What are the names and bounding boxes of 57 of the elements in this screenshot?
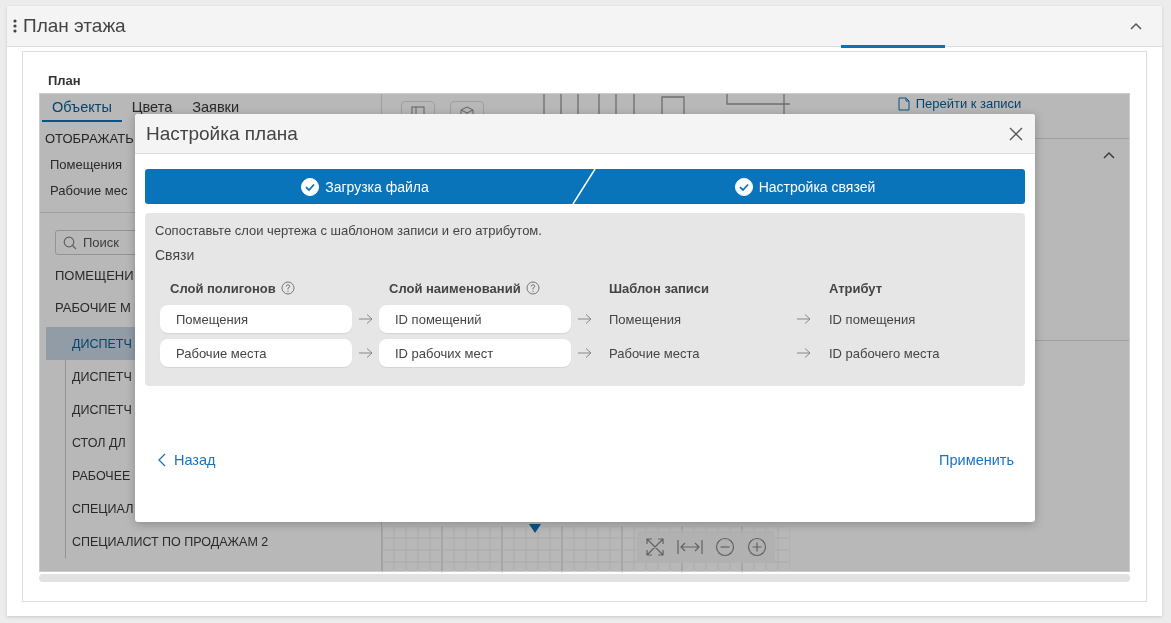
display-heading: ОТОБРАЖАТЬ: [45, 131, 134, 146]
arrow-icon: [358, 348, 373, 358]
zoom-out-icon[interactable]: [713, 535, 737, 559]
select-field[interactable]: ID помещений: [379, 305, 571, 333]
step-tab[interactable]: Загрузка файла: [145, 169, 585, 204]
select-field[interactable]: Рабочие места: [160, 339, 352, 367]
tree-item[interactable]: ДИСПЕТЧ: [72, 336, 132, 351]
apply-button[interactable]: Применить: [939, 452, 1014, 468]
table-cell-text: ID помещения: [828, 310, 917, 329]
display-item[interactable]: Рабочие мес: [50, 183, 128, 198]
column-header: Шаблон записи: [608, 279, 711, 298]
step-tab[interactable]: Настройка связей: [585, 169, 1025, 204]
tree-item[interactable]: РАБОЧИЕ М: [55, 300, 131, 319]
tab[interactable]: Цвета: [121, 98, 183, 122]
panel-title: План этажа: [23, 15, 127, 37]
fit-screen-icon[interactable]: [643, 535, 667, 559]
step-separator: [572, 169, 596, 204]
select-field[interactable]: ID рабочих мест: [379, 339, 571, 367]
column-header: Слой полигонов: [160, 277, 352, 299]
display-item[interactable]: Помещения: [50, 157, 122, 172]
document-icon: [897, 96, 910, 111]
scrollbar[interactable]: [39, 574, 1130, 582]
help-icon[interactable]: [280, 281, 295, 295]
description-text: Сопоставьте слои чертежа с шаблоном записи и его атрибутом.: [155, 223, 543, 238]
zoom-in-icon[interactable]: [745, 535, 769, 559]
table-cell-text: Помещения: [608, 310, 682, 329]
back-button[interactable]: Назад: [158, 452, 216, 468]
kebab-menu-icon[interactable]: [13, 19, 17, 33]
help-icon[interactable]: [525, 281, 540, 295]
arrow-icon: [358, 314, 373, 324]
table-cell-text: Рабочие места: [608, 344, 701, 363]
tree-item[interactable]: РАБОЧЕЕ: [72, 468, 131, 483]
arrow-icon: [578, 348, 592, 358]
record-link[interactable]: Перейти к записи: [897, 96, 1022, 111]
tree-item[interactable]: СПЕЦИАЛ: [72, 501, 134, 516]
section-label: План: [48, 73, 81, 88]
tree-item[interactable]: ПОМЕЩЕНИ: [55, 268, 134, 287]
dialog-title: Настройка плана: [146, 122, 298, 145]
tree-item[interactable]: СТОЛ ДЛ: [72, 435, 126, 450]
arrow-icon: [797, 314, 811, 324]
tab[interactable]: Объекты: [42, 98, 122, 122]
tree-item[interactable]: ДИСПЕТЧ: [72, 369, 132, 384]
tab[interactable]: Заявки: [182, 98, 250, 122]
chevron-icon[interactable]: [1103, 151, 1115, 159]
tree-item[interactable]: ДИСПЕТЧ: [72, 402, 132, 417]
select-field[interactable]: Помещения: [160, 305, 352, 333]
arrow-icon: [797, 348, 811, 358]
chevron-left-icon: [158, 453, 166, 467]
location-marker-icon: [529, 524, 541, 533]
table-cell-text: ID рабочего места: [828, 344, 941, 363]
links-label: Связи: [155, 247, 195, 263]
arrow-icon: [578, 314, 592, 324]
tree-item[interactable]: СПЕЦИАЛИСТ ПО ПРОДАЖАМ 2: [72, 534, 269, 549]
collapse-chevron-icon[interactable]: [1130, 22, 1142, 30]
column-header: Атрибут: [828, 279, 884, 298]
search-icon: [63, 236, 77, 250]
column-header: Слой наименований: [379, 277, 571, 299]
